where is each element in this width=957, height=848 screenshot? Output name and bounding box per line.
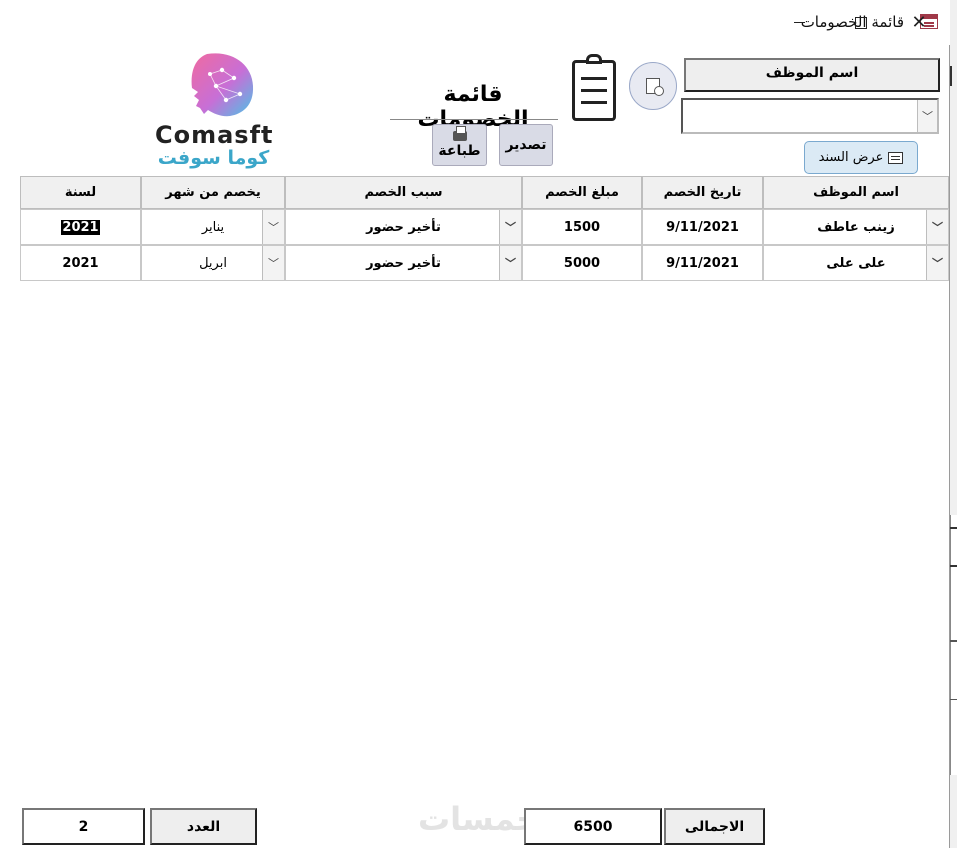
employee-select[interactable]: ﹀ — [681, 98, 939, 134]
print-button[interactable]: طباعة — [432, 124, 487, 166]
minimize-icon — [793, 22, 805, 23]
table-row-2-year[interactable]: 2021 — [20, 245, 141, 281]
print-label: طباعة — [438, 143, 481, 159]
logo-text-en: Comasft — [155, 121, 274, 149]
title-bar: قائمة الخصومات ✕ — [0, 0, 950, 45]
count-label: العدد — [150, 808, 257, 845]
table-row-1-amount[interactable]: 1500 — [522, 209, 642, 245]
chevron-down-icon[interactable]: ﹀ — [262, 210, 284, 244]
header-reason: سبب الخصم — [285, 176, 522, 209]
table-row-1-year[interactable]: 2021 — [20, 209, 141, 245]
minimize-button[interactable] — [776, 0, 822, 45]
clipboard-list-icon — [572, 54, 616, 121]
logo-text-ar: كوما سوفت — [157, 147, 270, 169]
table-row-1-date[interactable]: 9/11/2021 — [642, 209, 763, 245]
close-button[interactable]: ✕ — [896, 0, 942, 45]
table-row-2-reason[interactable]: تأخير حضور ﹀ — [285, 245, 522, 281]
table-row-2-month[interactable]: ابريل ﹀ — [141, 245, 285, 281]
chevron-down-icon[interactable]: ﹀ — [499, 246, 521, 280]
title-divider — [390, 119, 558, 120]
chevron-down-icon[interactable]: ﹀ — [917, 100, 937, 132]
chevron-down-icon[interactable]: ﹀ — [926, 246, 948, 280]
show-document-button[interactable]: عرض السند — [804, 141, 918, 174]
header-year: لسنة — [20, 176, 141, 209]
maximize-button[interactable] — [838, 0, 884, 45]
count-value: 2 — [22, 808, 145, 845]
header-employee: اسم الموظف — [763, 176, 949, 209]
printer-icon — [452, 126, 467, 141]
export-label: تصدير — [505, 137, 547, 153]
chevron-down-icon[interactable]: ﹀ — [499, 210, 521, 244]
table-row-1-reason[interactable]: تأخير حضور ﹀ — [285, 209, 522, 245]
table-row-1-month[interactable]: يناير ﹀ — [141, 209, 285, 245]
chevron-down-icon[interactable]: ﹀ — [262, 246, 284, 280]
maximize-icon — [855, 16, 867, 29]
export-button[interactable]: تصدير — [499, 124, 553, 166]
form-window: قائمة الخصومات ✕ اسم الموظف ﹀ قائمة الخص… — [0, 0, 950, 848]
employee-name-label: اسم الموظف — [684, 58, 940, 92]
close-icon: ✕ — [911, 12, 927, 33]
table-row-2-amount[interactable]: 5000 — [522, 245, 642, 281]
header-date: تاريخ الخصم — [642, 176, 763, 209]
background-window-edge — [950, 0, 957, 848]
header-month: يخصم من شهر — [141, 176, 285, 209]
table-row-1-employee[interactable]: زينب عاطف ﹀ — [763, 209, 949, 245]
watermark: خمسات — [418, 800, 540, 838]
total-label: الاجمالى — [664, 808, 765, 845]
document-refresh-icon — [646, 78, 664, 96]
total-value: 6500 — [524, 808, 662, 845]
table-row-2-date[interactable]: 9/11/2021 — [642, 245, 763, 281]
chevron-down-icon[interactable]: ﹀ — [926, 210, 948, 244]
show-document-label: عرض السند — [818, 150, 884, 165]
header-amount: مبلغ الخصم — [522, 176, 642, 209]
form-icon — [888, 151, 904, 164]
refresh-button[interactable] — [629, 62, 677, 110]
table-row-2-employee[interactable]: على على ﹀ — [763, 245, 949, 281]
